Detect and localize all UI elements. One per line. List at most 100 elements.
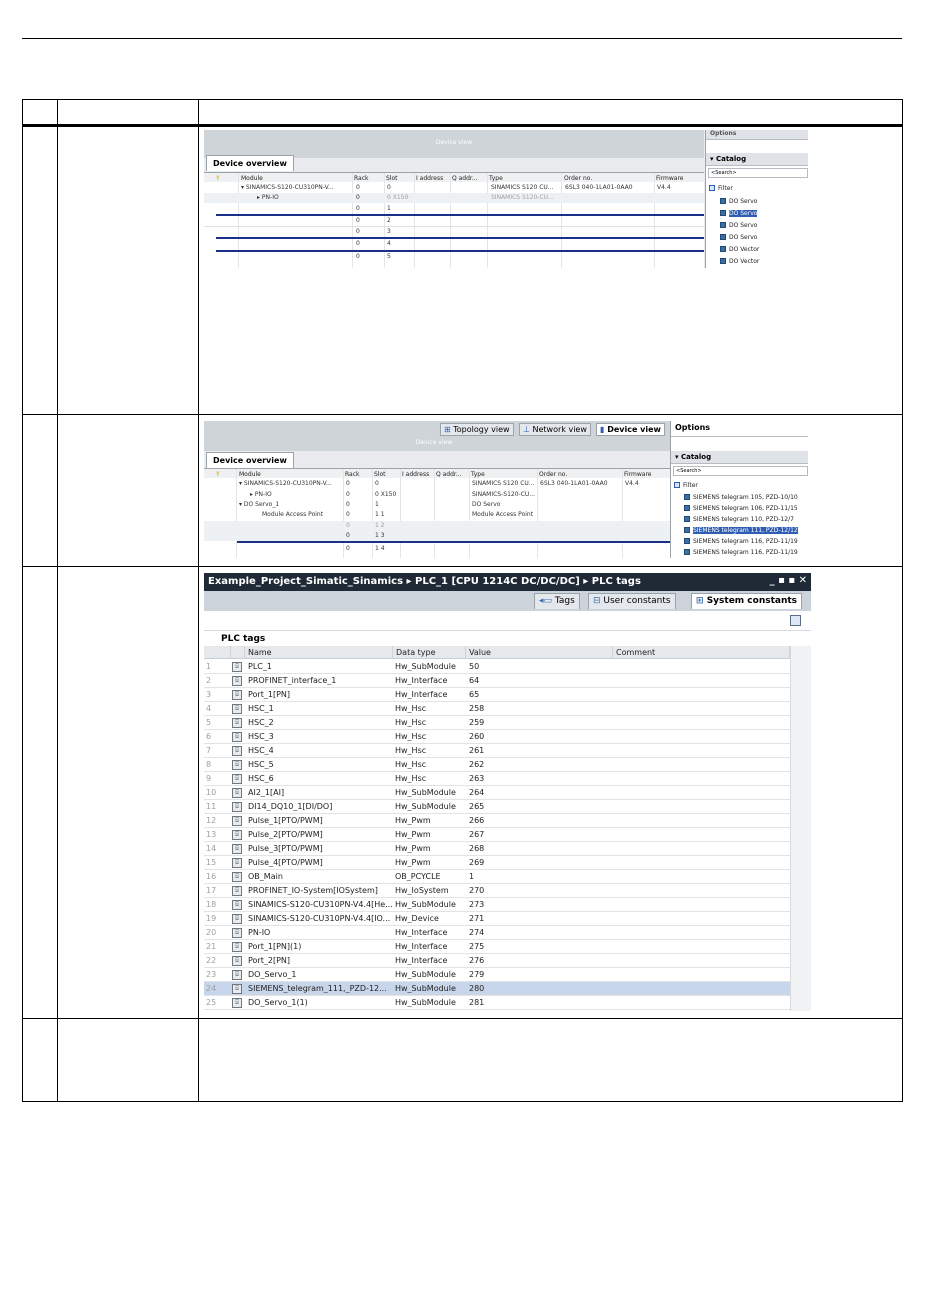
tab-network-view[interactable]: ⊥ Network view <box>519 423 591 436</box>
catalog-header[interactable]: ▾ Catalog <box>671 451 808 464</box>
table-row[interactable]: 11 ⌸ DI14_DQ10_1[DI/DO] Hw_SubModule 265 <box>204 800 790 814</box>
tab-device-view[interactable]: ▮ Device view <box>596 423 665 436</box>
catalog-item[interactable]: SIEMENS telegram 116, PZD-11/19 <box>684 549 798 556</box>
table-row[interactable]: 15 ⌸ Pulse_4[PTO/PWM] Hw_Pwm 269 <box>204 856 790 870</box>
row-number: 10 <box>206 788 217 797</box>
table-row[interactable]: 0 1 4 <box>204 544 670 554</box>
catalog-item[interactable]: DO Servo <box>720 198 757 205</box>
table-row[interactable]: 8 ⌸ HSC_5 Hw_Hsc 262 <box>204 758 790 772</box>
catalog-item[interactable]: SIEMENS telegram 105, PZD-10/10 <box>684 494 798 501</box>
tab-device-overview[interactable]: Device overview <box>206 155 294 171</box>
tab-device-overview[interactable]: Device overview <box>206 452 294 468</box>
window-title: Example_Project_Simatic_Sinamics ▸ PLC_1… <box>208 576 641 587</box>
table-row[interactable]: 20 ⌸ PN-IO Hw_Interface 274 <box>204 926 790 940</box>
table-row[interactable]: 13 ⌸ Pulse_2[PTO/PWM] Hw_Pwm 267 <box>204 828 790 842</box>
device-view-label: Device view <box>435 139 473 146</box>
table-row[interactable]: 3 ⌸ Port_1[PN] Hw_Interface 65 <box>204 688 790 702</box>
device-grid: Y Module Rack Slot I address Q addr... T… <box>204 468 670 558</box>
tag-data-type: Hw_Hsc <box>395 774 427 783</box>
tag-icon: ⌸ <box>232 718 242 728</box>
module-icon <box>684 538 690 544</box>
catalog-item[interactable]: DO Servo <box>720 234 757 241</box>
tab-tags[interactable]: ◂▭ Tags <box>534 593 580 609</box>
table-row[interactable]: 24 ⌸ SIEMENS_telegram_111,_PZD-12... Hw_Sub… <box>204 982 790 996</box>
table-row[interactable]: 23 ⌸ DO_Servo_1 Hw_SubModule 279 <box>204 968 790 982</box>
table-row[interactable]: 1 ⌸ PLC_1 Hw_SubModule 50 <box>204 660 790 674</box>
table-row[interactable]: 22 ⌸ Port_2[PN] Hw_Interface 276 <box>204 954 790 968</box>
table-row[interactable]: 25 ⌸ DO_Servo_1(1) Hw_SubModule 281 <box>204 996 790 1010</box>
table-row[interactable]: 0 4 <box>204 239 704 249</box>
tag-icon: ⌸ <box>232 662 242 672</box>
table-row[interactable]: 14 ⌸ Pulse_3[PTO/PWM] Hw_Pwm 268 <box>204 842 790 856</box>
table-row[interactable]: 0 3 <box>204 227 704 237</box>
catalog-item[interactable]: SIEMENS telegram 110, PZD-12/7 <box>684 516 794 523</box>
table-row[interactable]: 7 ⌸ HSC_4 Hw_Hsc 261 <box>204 744 790 758</box>
catalog-search-input[interactable]: <Search> <box>673 466 808 476</box>
window-controls[interactable]: _ ▪ ▪ ✕ <box>770 575 807 586</box>
tag-data-type: Hw_Interface <box>395 690 448 699</box>
table-row[interactable]: ▾ DO Servo_1 0 1 DO Servo <box>204 500 670 510</box>
table-row[interactable]: ▾ SINAMICS-S120-CU310PN-V... 0 0 SINAMIC… <box>204 479 670 489</box>
system-constants-icon: ⊞ <box>696 596 707 606</box>
table-row[interactable]: 0 2 <box>204 216 704 226</box>
table-row[interactable]: ▾ SINAMICS-S120-CU310PN-V... 0 0 SINAMIC… <box>204 183 704 193</box>
table-row[interactable]: 6 ⌸ HSC_3 Hw_Hsc 260 <box>204 730 790 744</box>
col-value: Value <box>466 646 613 659</box>
vertical-scrollbar[interactable] <box>790 646 811 1011</box>
tag-value: 280 <box>469 984 485 993</box>
catalog-search-input[interactable]: <Search> <box>708 168 808 178</box>
filter-checkbox[interactable]: Filter <box>709 185 733 192</box>
table-row[interactable]: 0 1 <box>204 204 704 214</box>
module-icon <box>684 527 690 533</box>
table-row[interactable]: 2 ⌸ PROFINET_interface_1 Hw_Interface 64 <box>204 674 790 688</box>
tag-value: 270 <box>469 886 485 895</box>
catalog-item[interactable]: DO Servo <box>720 222 757 229</box>
tag-name: DI14_DQ10_1[DI/DO] <box>248 802 333 811</box>
catalog-item-selected[interactable]: DO Servo <box>720 210 758 217</box>
table-row[interactable]: 18 ⌸ SINAMICS-S120-CU310PN-V4.4[He... Hw_Su… <box>204 898 790 912</box>
tag-name: DO_Servo_1 <box>248 970 297 979</box>
tag-icon: ⌸ <box>232 802 242 812</box>
tag-name: Pulse_4[PTO/PWM] <box>248 858 323 867</box>
table-row[interactable]: 0 1 2 <box>204 521 670 531</box>
module-icon <box>684 494 690 500</box>
tab-user-constants[interactable]: ⊟ User constants <box>588 593 676 609</box>
tag-value: 268 <box>469 844 485 853</box>
tag-icon: ⌸ <box>232 676 242 686</box>
column-divider <box>198 100 199 1101</box>
tag-icon: ⌸ <box>232 746 242 756</box>
table-row[interactable]: 10 ⌸ AI2_1[AI] Hw_SubModule 264 <box>204 786 790 800</box>
table-row[interactable]: 19 ⌸ SINAMICS-S120-CU310PN-V4.4[IO... Hw_De… <box>204 912 790 926</box>
tab-system-constants[interactable]: ⊞ System constants <box>691 593 803 609</box>
filter-icon[interactable]: Y <box>216 175 220 182</box>
table-row[interactable]: 4 ⌸ HSC_1 Hw_Hsc 258 <box>204 702 790 716</box>
filter-icon[interactable]: Y <box>216 471 220 478</box>
table-row[interactable]: 9 ⌸ HSC_6 Hw_Hsc 263 <box>204 772 790 786</box>
table-row[interactable]: 5 ⌸ HSC_2 Hw_Hsc 259 <box>204 716 790 730</box>
table-row[interactable]: 0 1 3 <box>204 531 670 541</box>
tag-value: 1 <box>469 872 475 881</box>
table-settings-icon[interactable] <box>790 615 801 626</box>
column-divider <box>57 100 58 1101</box>
catalog-item[interactable]: SIEMENS telegram 106, PZD-11/15 <box>684 505 798 512</box>
table-row[interactable]: ▸ PN-IO 0 0 X150 SINAMICS-S120-CU... <box>204 490 670 500</box>
table-row[interactable]: 21 ⌸ Port_1[PN](1) Hw_Interface 275 <box>204 940 790 954</box>
tag-value: 264 <box>469 788 485 797</box>
table-row[interactable]: 12 ⌸ Pulse_1[PTO/PWM] Hw_Pwm 266 <box>204 814 790 828</box>
table-row[interactable]: 16 ⌸ OB_Main OB_PCYCLE 1 <box>204 870 790 884</box>
catalog-item[interactable]: SIEMENS telegram 116, PZD-11/19 <box>684 538 798 545</box>
catalog-header[interactable]: ▾ Catalog <box>706 153 808 166</box>
toolbar <box>204 611 811 631</box>
table-row[interactable]: 17 ⌸ PROFINET_IO-System[IOSystem] Hw_IoSyst… <box>204 884 790 898</box>
tag-icon: ⌸ <box>232 984 242 994</box>
header-rule <box>22 38 902 39</box>
table-row[interactable]: 0 5 <box>204 252 704 262</box>
table-row[interactable]: ▸ PN-IO 0 0 X150 SINAMICS S120-CU... <box>204 193 704 203</box>
tab-topology-view[interactable]: ⊞ Topology view <box>440 423 514 436</box>
catalog-item-selected[interactable]: SIEMENS telegram 111, PZD-12/12 <box>684 527 798 534</box>
filter-checkbox[interactable]: Filter <box>674 482 698 489</box>
table-row[interactable]: Module Access Point 0 1 1 Module Access … <box>204 510 670 520</box>
catalog-item[interactable]: DO Vector <box>720 246 759 253</box>
tag-value: 267 <box>469 830 485 839</box>
catalog-item[interactable]: DO Vector <box>720 258 759 265</box>
